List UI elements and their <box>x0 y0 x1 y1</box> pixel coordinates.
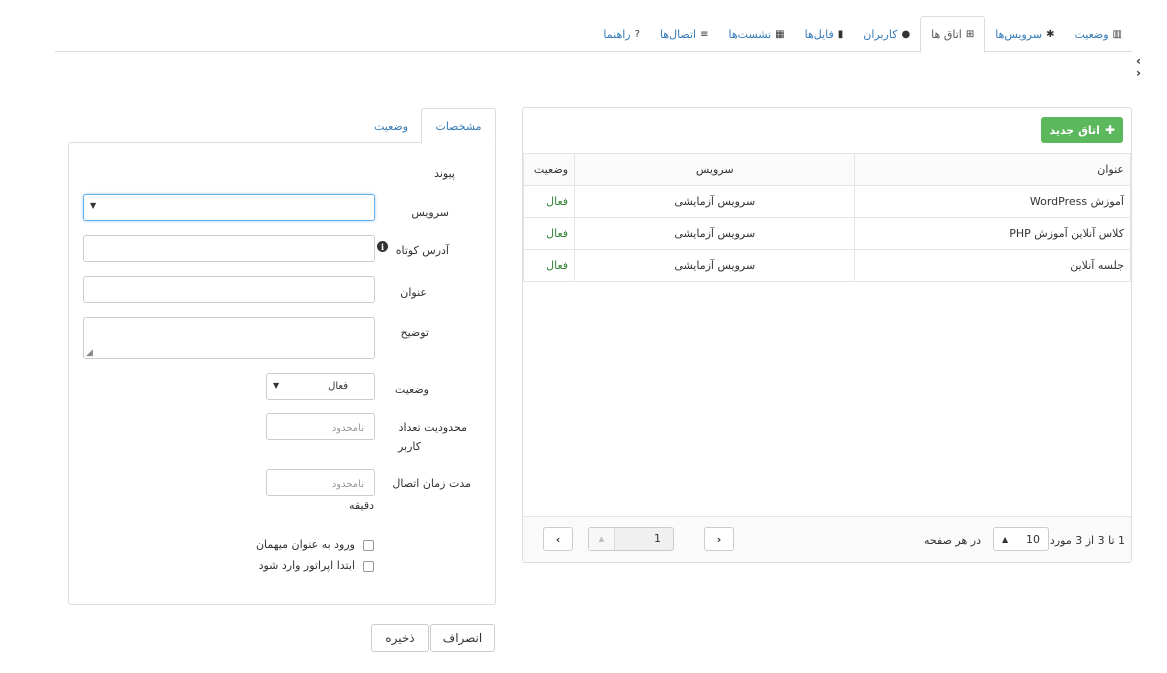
table-row[interactable]: جلسه آنلاین سرویس آزمایشی فعال <box>522 249 1131 282</box>
plus-icon: ✚ <box>1104 123 1115 137</box>
chevron-right-icon[interactable]: › <box>1136 67 1145 79</box>
info-icon[interactable]: i <box>377 241 388 252</box>
tab-rooms[interactable]: ⊞ اتاق ها <box>920 16 986 53</box>
cell-status: فعال <box>522 249 576 282</box>
tab-services[interactable]: ✱ سرویس‌ها <box>985 16 1064 52</box>
description-textarea[interactable]: ◢ <box>83 317 375 359</box>
per-page-label: در هر صفحه <box>924 534 981 547</box>
caret-down-icon: ▼ <box>273 381 280 390</box>
table-row[interactable]: آموزش WordPress سرویس آزمایشی فعال <box>522 185 1131 218</box>
tab-label: اتصال‌ها <box>659 27 697 41</box>
bar-chart-icon: ▥ <box>1112 28 1122 40</box>
chevron-left-icon[interactable]: ‹ <box>1136 55 1145 67</box>
duration-label: مدت زمان اتصال <box>392 477 471 490</box>
column-status[interactable]: وضعیت <box>522 153 576 186</box>
tab-label: راهنما <box>603 27 631 41</box>
new-room-button[interactable]: ✚ اتاق جدید <box>1041 117 1123 143</box>
cell-service: سرویس آزمایشی <box>574 185 856 218</box>
list-icon: ≡ <box>700 28 709 40</box>
cell-title: جلسه آنلاین <box>854 249 1131 282</box>
tab-files[interactable]: ▮ فایل‌ها <box>795 16 854 52</box>
resize-handle-icon[interactable]: ◢ <box>86 348 93 358</box>
link-label: پیوند <box>434 167 455 180</box>
cell-title: آموزش WordPress <box>854 185 1131 218</box>
pager-prev-button[interactable]: ‹ <box>543 527 573 551</box>
page-spinner[interactable]: ▲ <box>589 528 615 550</box>
tab-details[interactable]: مشخصات <box>421 108 496 144</box>
file-icon: ▮ <box>837 28 844 40</box>
status-value: فعال <box>328 381 348 392</box>
user-limit-input[interactable]: نامحدود <box>266 413 375 440</box>
pager: ‹ ▲ 1 › در هر صفحه 10 ▲ 1 تا 3 از 3 مورد <box>523 516 1131 562</box>
cell-status: فعال <box>522 185 576 218</box>
page-size-value: 10 <box>1026 532 1040 546</box>
user-limit-label: محدودیت تعداد <box>398 421 467 434</box>
title-input[interactable] <box>83 276 375 303</box>
tab-label: وضعیت <box>1074 27 1109 41</box>
operator-first-checkbox[interactable] <box>363 561 374 572</box>
short-address-input[interactable] <box>83 235 375 262</box>
operator-first-label[interactable]: ابتدا اپراتور وارد شود <box>259 559 355 572</box>
sitemap-icon: ⊞ <box>965 29 975 40</box>
rooms-panel: ✚ اتاق جدید عنوان سرویس وضعیت آموزش Word… <box>522 107 1132 563</box>
tab-help[interactable]: ? راهنما <box>593 16 650 52</box>
room-form-panel: پیوند سرویس ▼ آدرس کوتاه i عنوان توضیح ◢… <box>68 142 496 605</box>
chevron-left-icon: ‹ <box>555 532 561 546</box>
page-number-value: 1 <box>654 532 661 545</box>
cell-title: کلاس آنلاین آموزش PHP <box>854 217 1131 250</box>
guest-login-checkbox[interactable] <box>363 540 374 551</box>
description-label: توضیح <box>400 326 429 339</box>
chevron-right-icon: › <box>716 532 722 546</box>
duration-placeholder: نامحدود <box>331 479 364 490</box>
page-number-input[interactable]: ▲ 1 <box>588 527 674 551</box>
grid-icon: ▦ <box>775 28 785 40</box>
tab-connections[interactable]: ≡ اتصال‌ها <box>650 16 719 52</box>
column-service[interactable]: سرویس <box>574 153 856 186</box>
cancel-button[interactable]: انصراف <box>430 624 495 652</box>
service-select[interactable]: ▼ <box>83 194 375 221</box>
main-nav: ▥ وضعیت ✱ سرویس‌ها ⊞ اتاق ها ● کاربران ▮… <box>55 16 1132 53</box>
user-limit-placeholder: نامحدود <box>331 423 364 434</box>
service-label: سرویس <box>411 206 449 219</box>
tab-users[interactable]: ● کاربران <box>853 16 920 52</box>
status-label: وضعیت <box>394 383 429 396</box>
rooms-table: عنوان سرویس وضعیت آموزش WordPress سرویس … <box>522 153 1131 282</box>
status-select[interactable]: ▼ فعال <box>266 373 375 400</box>
tab-label: نشست‌ها <box>728 27 772 41</box>
tab-label: فایل‌ها <box>804 27 834 41</box>
cell-status: فعال <box>522 217 576 250</box>
pager-info: 1 تا 3 از 3 مورد <box>1049 534 1125 547</box>
tab-form-status[interactable]: وضعیت <box>362 108 420 144</box>
table-row[interactable]: کلاس آنلاین آموزش PHP سرویس آزمایشی فعال <box>522 217 1131 250</box>
guest-login-label[interactable]: ورود به عنوان میهمان <box>256 538 355 551</box>
duration-input[interactable]: نامحدود <box>266 469 375 496</box>
tab-label: اتاق ها <box>931 28 962 41</box>
title-label: عنوان <box>400 286 427 299</box>
tab-label: کاربران <box>863 27 898 41</box>
duration-unit: دقیقه <box>349 499 374 512</box>
table-header: عنوان سرویس وضعیت <box>522 153 1131 186</box>
gear-icon: ✱ <box>1046 28 1055 40</box>
user-icon: ● <box>901 28 911 40</box>
new-room-label: اتاق جدید <box>1049 123 1100 137</box>
pager-next-button[interactable]: › <box>704 527 734 551</box>
caret-down-icon: ▼ <box>90 201 97 210</box>
question-icon: ? <box>634 28 640 40</box>
cell-service: سرویس آزمایشی <box>574 217 856 250</box>
page-size-select[interactable]: 10 ▲ <box>993 527 1049 551</box>
caret-up-icon: ▲ <box>1002 534 1009 544</box>
cell-service: سرویس آزمایشی <box>574 249 856 282</box>
column-title[interactable]: عنوان <box>854 153 1131 186</box>
tab-status[interactable]: ▥ وضعیت <box>1064 16 1132 52</box>
tab-sessions[interactable]: ▦ نشست‌ها <box>718 16 794 52</box>
tab-label: سرویس‌ها <box>995 27 1043 41</box>
main-tabs: ▥ وضعیت ✱ سرویس‌ها ⊞ اتاق ها ● کاربران ▮… <box>593 16 1132 53</box>
user-limit-label-2: کاربر <box>397 440 421 453</box>
save-button[interactable]: ذخیره <box>371 624 429 652</box>
short-address-label: آدرس کوتاه <box>395 244 449 257</box>
